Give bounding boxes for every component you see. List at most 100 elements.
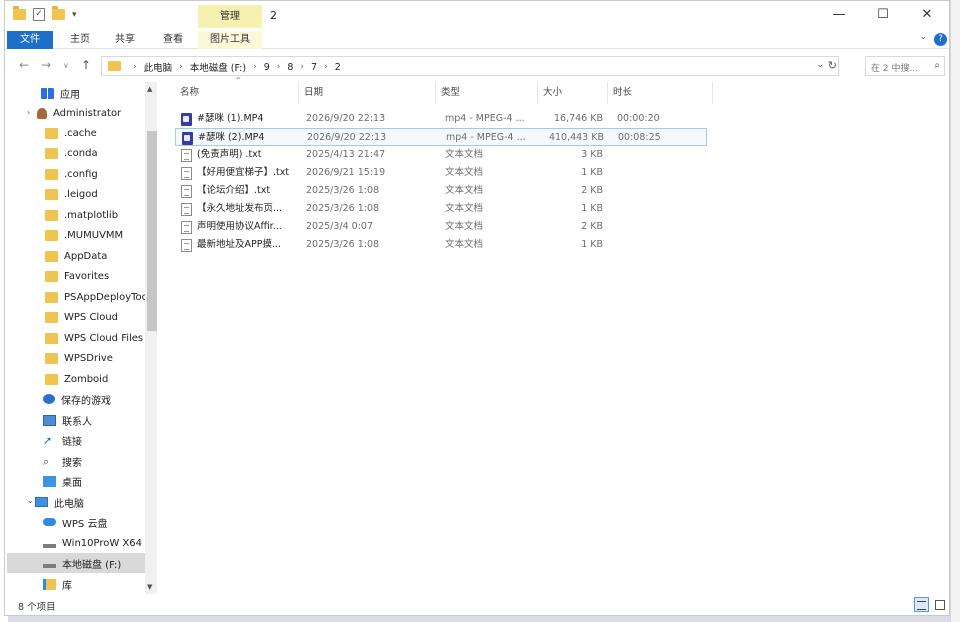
text-file-icon [181, 166, 192, 180]
chevron-right-icon[interactable]: › [179, 62, 183, 72]
video-icon [182, 131, 193, 145]
scroll-down-icon[interactable]: ▼ [147, 583, 152, 591]
nav-item-this-pc[interactable]: 此电脑 [35, 492, 155, 512]
expand-icon[interactable]: › [27, 108, 30, 117]
chevron-right-icon[interactable]: › [277, 62, 281, 72]
tab-file[interactable]: 文件 [7, 31, 53, 49]
customize-toolbar-icon[interactable]: ▾ [72, 10, 77, 20]
tab-view[interactable]: 查看 [153, 31, 193, 49]
nav-item-local-disk-f[interactable]: 本地磁盘 (F:) [7, 553, 145, 573]
nav-item-zomboid[interactable]: Zomboid [45, 369, 155, 389]
nav-item-label: 应用 [60, 89, 80, 101]
chevron-right-icon[interactable]: › [324, 62, 328, 72]
table-row[interactable]: 声明使用协议Affir... 2025/3/4 0:07 文本文档 2 KB [175, 218, 705, 236]
expand-icon[interactable]: ⌄ [27, 496, 34, 505]
large-icons-view-icon[interactable] [932, 597, 947, 612]
column-header-type[interactable]: 类型 [436, 82, 538, 104]
help-icon[interactable]: ? [934, 33, 947, 46]
folder-icon [45, 229, 58, 241]
table-row[interactable]: (免责声明) .txt 2025/4/13 21:47 文本文档 3 KB [175, 146, 705, 164]
file-size: 16,746 KB [553, 113, 603, 124]
chevron-right-icon[interactable]: › [300, 62, 304, 72]
close-button[interactable]: ✕ [905, 1, 949, 29]
nav-item-wps-cloud-files[interactable]: WPS Cloud Files [45, 328, 155, 348]
nav-item-psappdeploy[interactable]: PSAppDeployToo [45, 287, 155, 307]
nav-item-mumuvmm[interactable]: .MUMUVMM [45, 225, 155, 245]
manage-context-tab[interactable]: 管理 [198, 5, 262, 28]
nav-item-matplotlib[interactable]: .matplotlib [45, 205, 155, 225]
nav-item-saved-games[interactable]: 保存的游戏 [43, 389, 155, 409]
table-row[interactable]: 【永久地址发布页... 2025/3/26 1:08 文本文档 1 KB [175, 200, 705, 218]
table-row[interactable]: #瑟咪 (2).MP4 2026/9/20 22:13 mp4 - MPEG-4… [175, 128, 707, 146]
maximize-button[interactable]: ☐ [861, 1, 905, 29]
file-date: 2025/3/26 1:08 [306, 185, 380, 196]
properties-icon[interactable]: ✓ [33, 8, 45, 21]
chevron-down-icon[interactable]: ⌄ [816, 60, 824, 70]
details-view-icon[interactable] [914, 597, 929, 612]
nav-item-links[interactable]: ➚ 链接 [43, 430, 155, 450]
nav-item-desktop[interactable]: 桌面 [43, 471, 155, 491]
column-header-date[interactable]: 日期 [299, 82, 436, 104]
folder-icon [45, 291, 58, 303]
search-box[interactable]: 在 2 中搜... ⌕ [865, 56, 945, 76]
breadcrumb-2[interactable]: 2 [335, 62, 341, 73]
file-type: mp4 - MPEG-4 ... [445, 113, 525, 124]
up-arrow-icon[interactable]: ↑ [81, 58, 91, 72]
folder-icon [108, 61, 121, 71]
table-row[interactable]: #瑟咪 (1).MP4 2026/9/20 22:13 mp4 - MPEG-4… [175, 110, 705, 128]
nav-item-wpsdrive[interactable]: WPSDrive [45, 348, 155, 368]
file-size: 2 KB [581, 185, 603, 196]
nav-item-appdata[interactable]: AppData [45, 246, 155, 266]
nav-item-cache[interactable]: .cache [45, 123, 155, 143]
nav-item-config[interactable]: .config [45, 164, 155, 184]
scroll-up-icon[interactable]: ▲ [147, 85, 152, 93]
nav-item-libraries[interactable]: 库 [43, 574, 155, 594]
file-size: 2 KB [581, 221, 603, 232]
nav-item-administrator[interactable]: Administrator [37, 103, 155, 123]
breadcrumb-local-disk[interactable]: 本地磁盘 (F:) [190, 60, 246, 74]
breadcrumb-7[interactable]: 7 [311, 62, 317, 73]
breadcrumb-this-pc[interactable]: 此电脑 [144, 60, 173, 74]
breadcrumb-8[interactable]: 8 [287, 62, 293, 73]
breadcrumb-9[interactable]: 9 [264, 62, 270, 73]
tab-share[interactable]: 共享 [105, 31, 145, 49]
cloud-icon [43, 518, 56, 526]
back-arrow-icon[interactable]: ← [19, 58, 29, 72]
search-input[interactable]: 在 2 中搜... [871, 61, 918, 74]
column-header-size[interactable]: 大小 [538, 82, 608, 104]
recent-locations-icon[interactable]: ∨ [63, 61, 69, 70]
nav-item-apps[interactable]: 应用 [41, 83, 155, 103]
address-bar[interactable]: › 此电脑 › 本地磁盘 (F:) › 9 › 8 › 7 › 2 ⌄ ↻ [101, 56, 839, 76]
column-headers: ⌃ 名称 日期 类型 大小 时长 [163, 76, 723, 104]
video-icon [181, 112, 192, 126]
file-size: 1 KB [581, 239, 603, 250]
file-name: #瑟咪 (2).MP4 [198, 132, 265, 143]
nav-item-wps-cloud[interactable]: WPS Cloud [45, 307, 155, 327]
nav-item-conda[interactable]: .conda [45, 143, 155, 163]
tab-picture-tools[interactable]: 图片工具 [198, 31, 262, 49]
search-icon[interactable]: ⌕ [934, 60, 940, 71]
nav-item-favorites[interactable]: Favorites [45, 266, 155, 286]
nav-scrollbar-thumb[interactable] [147, 131, 157, 331]
tab-home[interactable]: 主页 [60, 31, 100, 49]
folder-icon[interactable] [13, 6, 26, 20]
chevron-down-icon[interactable]: ⌄ [919, 32, 927, 42]
nav-item-contacts[interactable]: 联系人 [43, 410, 155, 430]
nav-item-win10-drive[interactable]: Win10ProW X64 [43, 533, 155, 553]
column-header-name[interactable]: 名称 [175, 82, 299, 104]
chevron-right-icon[interactable]: › [253, 62, 257, 72]
nav-item-wps-cloud-disk[interactable]: WPS 云盘 [43, 512, 155, 532]
folder-icon [45, 168, 58, 180]
file-size: 410,443 KB [548, 132, 604, 143]
table-row[interactable]: 【论坛介绍】.txt 2025/3/26 1:08 文本文档 2 KB [175, 182, 705, 200]
column-header-duration[interactable]: 时长 [608, 82, 713, 104]
minimize-button[interactable]: — [817, 1, 861, 29]
new-folder-icon[interactable] [52, 6, 65, 20]
nav-item-leigod[interactable]: .leigod [45, 184, 155, 204]
refresh-icon[interactable]: ↻ [828, 59, 837, 72]
table-row[interactable]: 最新地址及APP摸... 2025/3/26 1:08 文本文档 1 KB [175, 236, 705, 254]
chevron-right-icon[interactable]: › [133, 62, 137, 72]
nav-item-searches[interactable]: ⌕ 搜索 [43, 451, 155, 471]
forward-arrow-icon[interactable]: → [41, 58, 51, 72]
table-row[interactable]: 【好用便宜梯子】.txt 2026/9/21 15:19 文本文档 1 KB [175, 164, 705, 182]
